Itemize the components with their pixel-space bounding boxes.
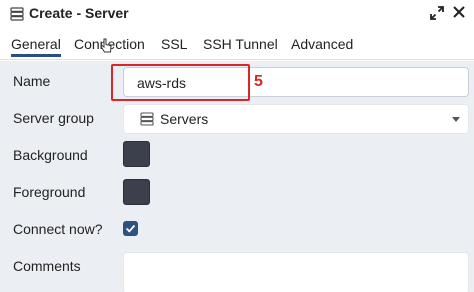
name-label: Name xyxy=(13,73,51,89)
foreground-color-picker[interactable] xyxy=(123,179,150,205)
dialog-title: Create - Server xyxy=(29,5,129,21)
tab-general[interactable]: General xyxy=(11,36,61,57)
background-label: Background xyxy=(13,147,88,163)
annotation-step-number: 5 xyxy=(254,73,263,90)
close-icon[interactable] xyxy=(452,5,466,19)
foreground-label: Foreground xyxy=(13,184,86,200)
server-group-icon xyxy=(140,112,154,126)
tab-bar: General Connection SSL SSH Tunnel Advanc… xyxy=(0,30,474,60)
check-icon xyxy=(125,224,136,233)
chevron-down-icon[interactable] xyxy=(452,117,460,122)
tab-ssh-tunnel[interactable]: SSH Tunnel xyxy=(203,36,278,52)
comments-label: Comments xyxy=(13,258,81,274)
background-color-picker[interactable] xyxy=(123,141,150,167)
hand-cursor-icon xyxy=(100,38,112,54)
connect-now-checkbox[interactable] xyxy=(123,221,138,236)
general-form: Name aws-rds 5 Server group Servers Back… xyxy=(0,61,474,292)
server-group-label: Server group xyxy=(13,110,94,126)
tab-advanced[interactable]: Advanced xyxy=(291,36,353,52)
dialog-titlebar: Create - Server xyxy=(0,0,474,28)
tab-ssl[interactable]: SSL xyxy=(161,36,187,52)
annotation-highlight-box xyxy=(111,64,250,101)
connect-now-label: Connect now? xyxy=(13,221,103,237)
server-icon xyxy=(10,7,24,21)
comments-textarea[interactable] xyxy=(123,252,469,292)
server-group-select[interactable]: Servers xyxy=(123,104,469,134)
expand-icon[interactable] xyxy=(430,6,444,20)
server-group-value: Servers xyxy=(160,111,209,127)
